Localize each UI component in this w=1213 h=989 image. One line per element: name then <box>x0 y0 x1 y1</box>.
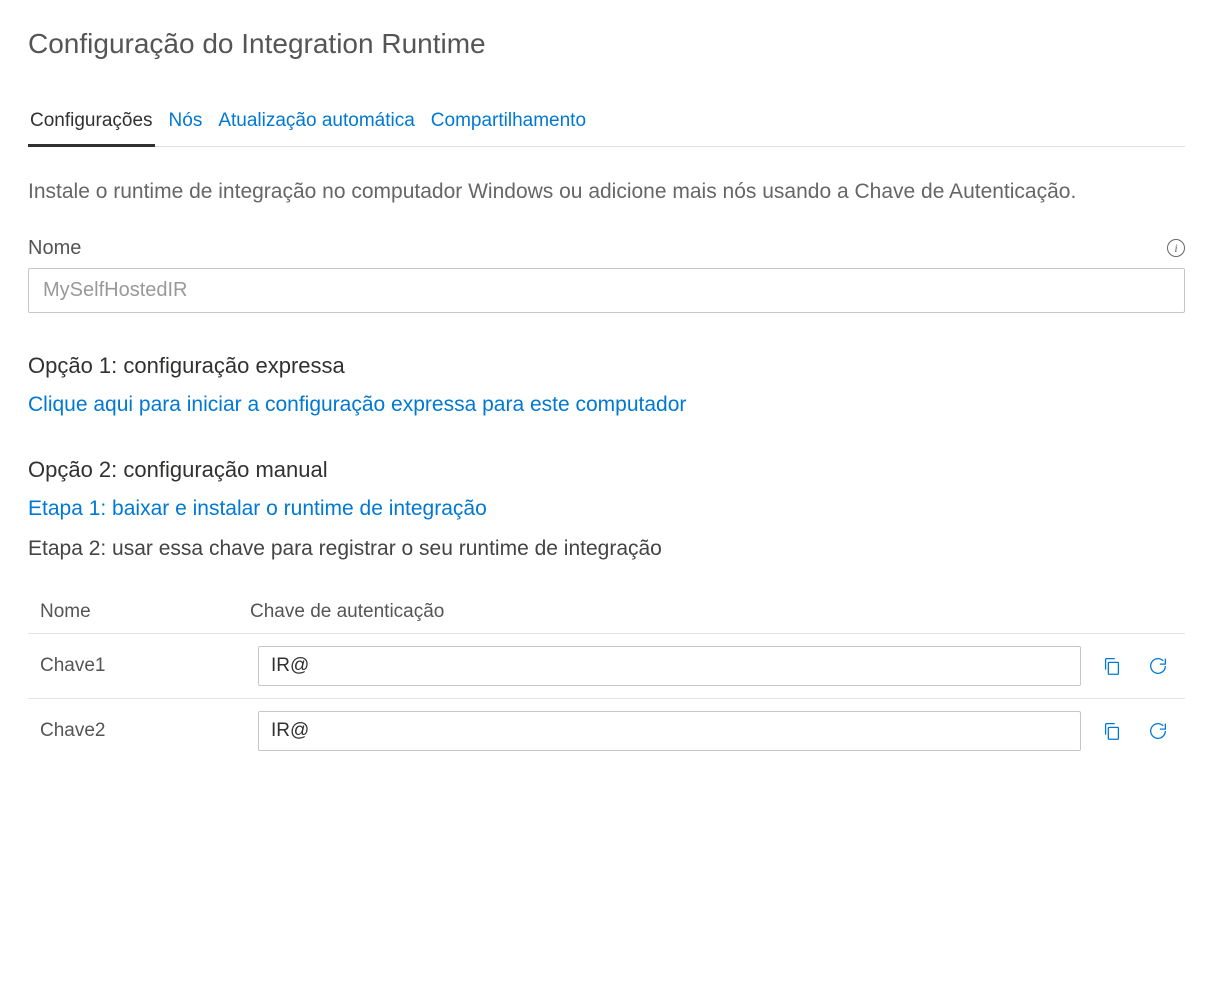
option1-heading: Opção 1: configuração expressa <box>28 353 1185 379</box>
key-row-2: Chave2 <box>28 698 1185 763</box>
name-input[interactable] <box>28 268 1185 313</box>
key1-input[interactable] <box>258 646 1081 686</box>
key2-input[interactable] <box>258 711 1081 751</box>
page-title: Configuração do Integration Runtime <box>28 28 1185 60</box>
key-row-1: Chave1 <box>28 633 1185 698</box>
key-table: Nome Chave de autenticação Chave1 Chave2 <box>28 591 1185 763</box>
express-setup-link[interactable]: Clique aqui para iniciar a configuração … <box>28 393 686 417</box>
key1-name: Chave1 <box>40 655 250 677</box>
key-table-header: Nome Chave de autenticação <box>28 591 1185 633</box>
refresh-icon[interactable] <box>1143 651 1173 681</box>
copy-icon[interactable] <box>1097 716 1127 746</box>
tab-configuracoes[interactable]: Configurações <box>28 102 155 147</box>
download-install-link[interactable]: Etapa 1: baixar e instalar o runtime de … <box>28 497 487 521</box>
step2-text: Etapa 2: usar essa chave para registrar … <box>28 537 1185 561</box>
copy-icon[interactable] <box>1097 651 1127 681</box>
description-text: Instale o runtime de integração no compu… <box>28 175 1185 209</box>
name-field-block: Nome i <box>28 237 1185 313</box>
key2-name: Chave2 <box>40 720 250 742</box>
info-icon[interactable]: i <box>1167 239 1185 257</box>
option2-heading: Opção 2: configuração manual <box>28 457 1185 483</box>
tab-nos[interactable]: Nós <box>167 102 205 147</box>
header-name: Nome <box>40 601 250 623</box>
refresh-icon[interactable] <box>1143 716 1173 746</box>
name-label: Nome <box>28 237 81 260</box>
header-key: Chave de autenticação <box>250 601 1173 623</box>
tab-compartilhamento[interactable]: Compartilhamento <box>429 102 588 147</box>
tab-atualizacao-automatica[interactable]: Atualização automática <box>216 102 416 147</box>
tabs: Configurações Nós Atualização automática… <box>28 102 1185 147</box>
